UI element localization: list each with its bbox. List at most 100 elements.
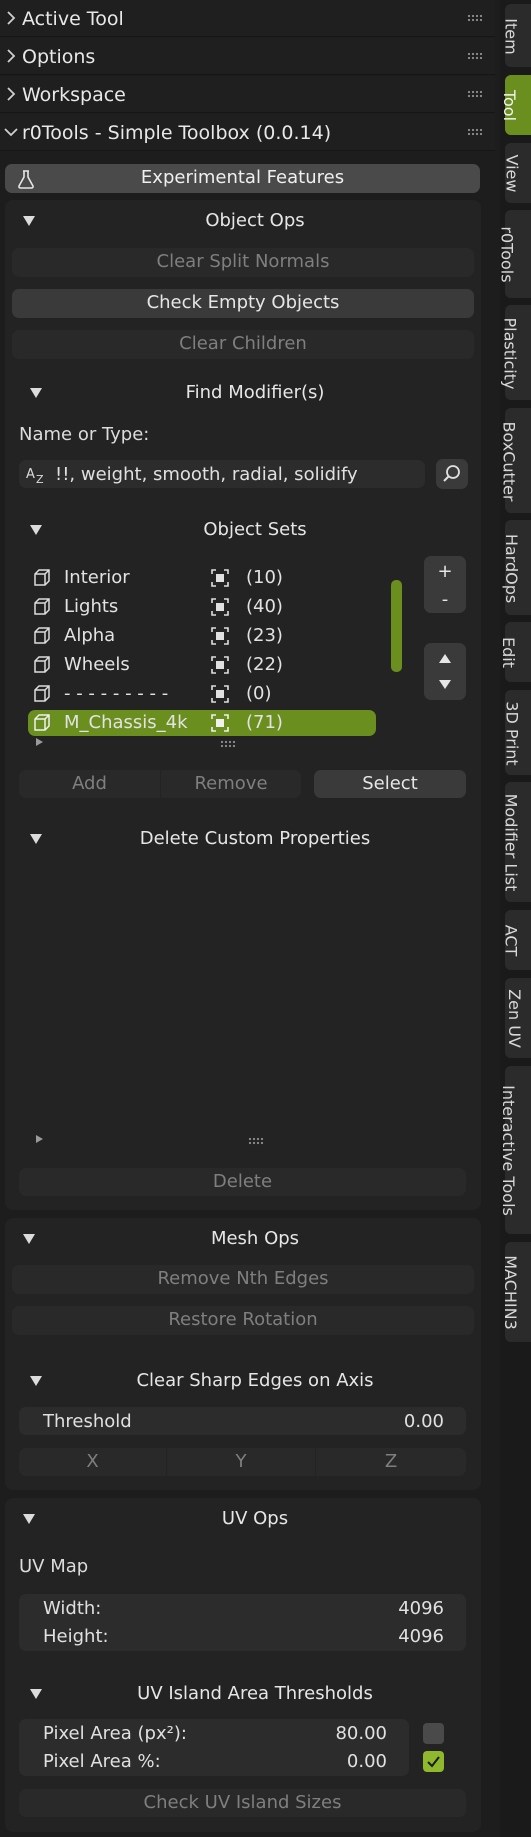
pixel-area-px-checkbox[interactable] <box>423 1723 444 1744</box>
select-box-icon[interactable] <box>210 655 230 675</box>
object-set-row[interactable]: Wheels (22) <box>28 652 376 678</box>
check-empty-objects-button[interactable]: Check Empty Objects <box>12 289 474 318</box>
select-box-icon[interactable] <box>210 626 230 646</box>
drag-grip-icon[interactable] <box>467 90 483 98</box>
object-set-row-active[interactable]: M_Chassis_4k (71) <box>28 710 376 736</box>
list-scrollbar[interactable] <box>391 580 402 672</box>
add-set-button[interactable]: + - <box>424 556 466 613</box>
svg-text:Z: Z <box>36 473 44 485</box>
tab-label: Modifier List <box>501 793 521 892</box>
tab-label: 3D Print <box>502 700 522 766</box>
uv-ops-title: UV Ops <box>221 1508 289 1529</box>
add-button[interactable]: Add <box>19 770 160 798</box>
select-button[interactable]: Select <box>314 770 466 798</box>
tab-label: Edit <box>498 637 518 668</box>
name-or-type-label: Name or Type: <box>19 424 150 445</box>
object-set-name: Interior <box>64 567 130 588</box>
checkmark-icon <box>427 1756 440 1768</box>
modifier-search-input[interactable]: A Z !!, weight, smooth, radial, solidify <box>19 460 425 488</box>
tab-tool[interactable]: Tool <box>500 75 531 135</box>
select-box-icon[interactable] <box>210 713 230 733</box>
object-set-row[interactable]: Lights (40) <box>28 594 376 620</box>
tab-zen-uv[interactable]: Zen UV <box>505 978 531 1058</box>
height-value[interactable]: 4096 <box>398 1626 444 1647</box>
tab-label: BoxCutter <box>499 420 519 502</box>
select-box-icon[interactable] <box>210 568 230 588</box>
move-set-buttons[interactable] <box>424 643 466 700</box>
cube-icon <box>34 685 50 702</box>
check-uv-island-sizes-button[interactable]: Check UV Island Sizes <box>19 1789 466 1817</box>
list-resize-grip-icon[interactable] <box>248 1137 264 1145</box>
drag-grip-icon[interactable] <box>467 52 483 60</box>
remove-set-minus[interactable]: - <box>424 586 466 614</box>
tab-machin3[interactable]: MACHIN3 <box>501 1242 531 1342</box>
clear-children-button[interactable]: Clear Children <box>12 330 474 359</box>
search-button[interactable] <box>436 459 468 489</box>
panel-header-workspace[interactable]: Workspace <box>0 76 495 113</box>
pixel-area-pct-value[interactable]: 0.00 <box>347 1751 387 1772</box>
tab-label: Zen UV <box>504 989 524 1048</box>
move-down-icon[interactable] <box>437 679 453 691</box>
object-set-name: - - - - - - - - - <box>64 683 169 704</box>
tab-act[interactable]: ACT <box>501 910 531 970</box>
tab-label: View <box>502 154 522 193</box>
pixel-area-px-value[interactable]: 80.00 <box>335 1723 387 1744</box>
drag-grip-icon[interactable] <box>467 14 483 22</box>
axis-x-button[interactable]: X <box>19 1448 166 1476</box>
tab-edit[interactable]: Edit <box>499 622 531 682</box>
panel-header-active-tool[interactable]: Active Tool <box>0 0 495 37</box>
experimental-features-button[interactable]: Experimental Features <box>5 164 480 193</box>
object-set-row[interactable]: Alpha (23) <box>28 623 376 649</box>
object-set-count: (23) <box>246 625 283 646</box>
axis-z-button[interactable]: Z <box>316 1448 466 1476</box>
list-expand-icon[interactable] <box>36 738 43 746</box>
width-value[interactable]: 4096 <box>398 1598 444 1619</box>
pixel-area-fields[interactable]: Pixel Area (px²): 80.00 Pixel Area %: 0.… <box>19 1719 409 1776</box>
threshold-field[interactable]: Threshold 0.00 <box>19 1407 466 1435</box>
object-set-row[interactable]: - - - - - - - - - (0) <box>28 681 376 707</box>
height-label: Height: <box>43 1626 109 1647</box>
drag-grip-icon[interactable] <box>467 128 483 136</box>
remove-nth-edges-button[interactable]: Remove Nth Edges <box>12 1265 474 1294</box>
search-icon <box>443 465 460 482</box>
object-set-count: (40) <box>246 596 283 617</box>
uv-size-fields[interactable]: Width: 4096 Height: 4096 <box>19 1594 466 1651</box>
panel-header-options[interactable]: Options <box>0 38 495 75</box>
tab-interactive-tools[interactable]: Interactive Tools <box>499 1066 531 1234</box>
svg-text:A: A <box>26 467 35 482</box>
tab-3d-print[interactable]: 3D Print <box>502 690 531 775</box>
panel-header-label: Options <box>22 46 96 68</box>
move-up-icon[interactable] <box>437 652 453 664</box>
object-set-row[interactable]: Interior (10) <box>28 565 376 591</box>
object-set-name: M_Chassis_4k <box>64 712 188 733</box>
list-expand-icon[interactable] <box>36 1135 43 1143</box>
axis-y-button[interactable]: Y <box>167 1448 315 1476</box>
panel-header-r0tools[interactable]: r0Tools - Simple Toolbox (0.0.14) <box>0 114 495 151</box>
clear-sharp-edges-title: Clear Sharp Edges on Axis <box>136 1370 374 1391</box>
tab-hardops[interactable]: HardOps <box>502 520 531 615</box>
list-resize-grip-icon[interactable] <box>220 740 236 748</box>
delete-button[interactable]: Delete <box>19 1168 466 1196</box>
tab-label: ACT <box>501 924 521 957</box>
object-ops-title: Object Ops <box>205 210 305 231</box>
panel-header-label: r0Tools - Simple Toolbox (0.0.14) <box>22 122 332 144</box>
pixel-area-px-label: Pixel Area (px²): <box>43 1723 187 1744</box>
select-box-icon[interactable] <box>210 597 230 617</box>
tab-item[interactable]: Item <box>502 4 531 67</box>
tab-modifier-list[interactable]: Modifier List <box>501 782 531 902</box>
select-box-icon[interactable] <box>210 684 230 704</box>
tab-label: r0Tools <box>497 226 517 283</box>
pixel-area-pct-checkbox[interactable] <box>423 1751 444 1772</box>
tab-r0tools[interactable]: r0Tools <box>498 210 531 298</box>
tab-plasticity[interactable]: Plasticity <box>500 305 531 400</box>
remove-button[interactable]: Remove <box>161 770 301 798</box>
cube-icon <box>34 569 50 586</box>
chevron-right-icon <box>7 11 16 25</box>
tab-boxcutter[interactable]: BoxCutter <box>500 408 531 513</box>
tab-view[interactable]: View <box>502 143 531 203</box>
threshold-value: 0.00 <box>403 1411 444 1432</box>
mesh-ops-title: Mesh Ops <box>210 1228 300 1249</box>
object-set-name: Alpha <box>64 625 116 646</box>
clear-split-normals-button[interactable]: Clear Split Normals <box>12 248 474 277</box>
restore-rotation-button[interactable]: Restore Rotation <box>12 1306 474 1335</box>
